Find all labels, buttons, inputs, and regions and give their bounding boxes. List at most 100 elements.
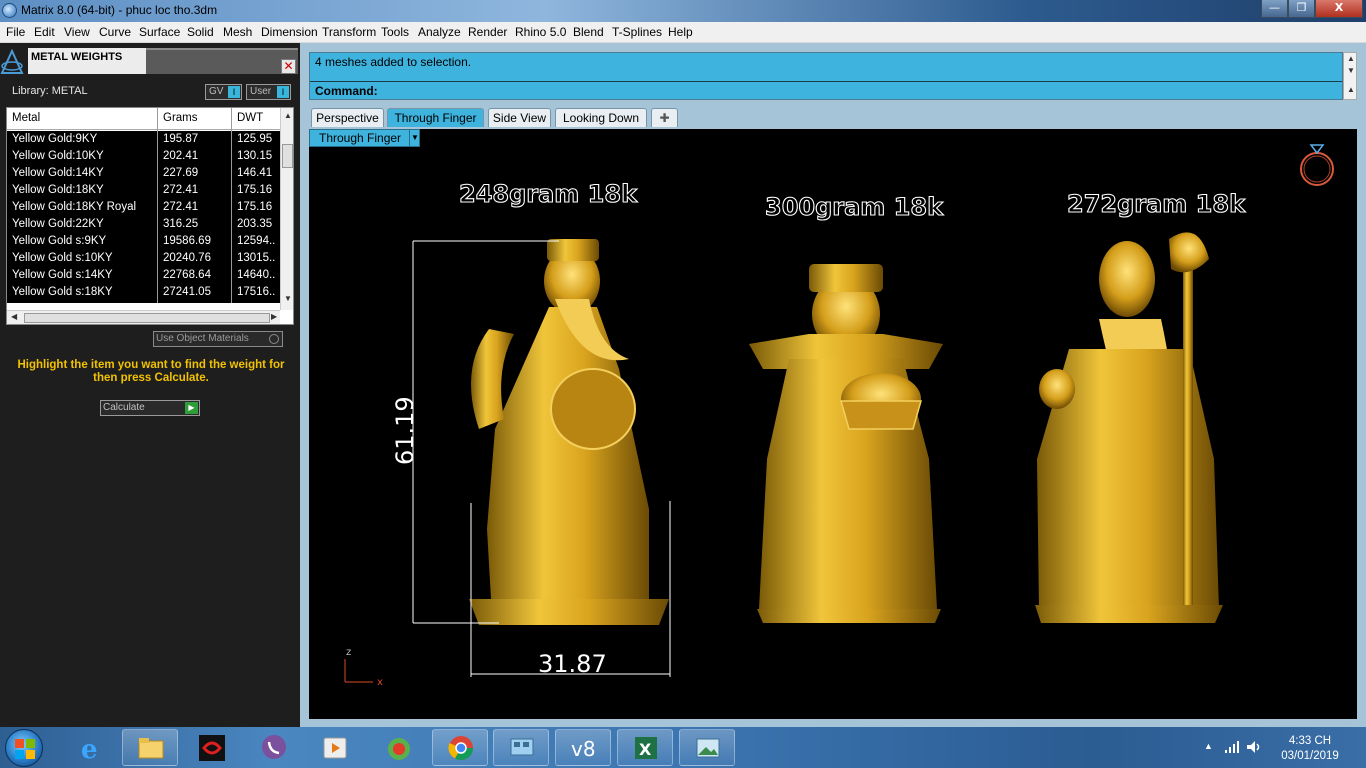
menu-help[interactable]: Help [668,25,693,39]
gv-toggle[interactable]: GV I [205,84,242,100]
viewport-through-finger[interactable]: 248gram 18k 300gram 18k 272gram 18k 61.1… [309,129,1357,719]
network-signal-icon[interactable] [1224,740,1240,754]
weight-label-2: 300gram 18k [765,193,944,221]
scroll-up-icon[interactable]: ▲ [284,111,292,120]
scroll-up-icon[interactable]: ▲ [1347,54,1355,63]
scroll-right-icon[interactable]: ▶ [271,312,277,321]
panel-tab-strip [146,48,298,74]
taskbar-app[interactable] [370,729,426,766]
taskbar-app[interactable] [493,729,549,766]
viewport-name: Through Finger [319,131,402,145]
viewport-canvas[interactable]: 248gram 18k 300gram 18k 272gram 18k 61.1… [309,129,1357,719]
tab-side-view[interactable]: Side View [488,108,551,127]
use-object-materials-toggle[interactable]: Use Object Materials [153,331,283,347]
table-row[interactable]: Yellow Gold s:9KY 19586.69 12594.. [7,233,280,250]
menu-solid[interactable]: Solid [187,25,214,39]
menu-curve[interactable]: Curve [99,25,131,39]
media-player-icon [323,737,347,759]
scroll-down-icon[interactable]: ▼ [284,294,292,303]
taskbar-app[interactable] [679,729,735,766]
taskbar: e v8 X ▲ [0,727,1366,768]
taskbar-app[interactable] [245,729,301,766]
taskbar-app[interactable]: v8 [555,729,611,766]
close-button[interactable]: X [1315,0,1363,18]
panel-close-icon[interactable]: ✕ [281,59,296,74]
menu-edit[interactable]: Edit [34,25,55,39]
viewport-name-dropdown[interactable]: Through Finger ▼ [309,129,420,147]
volume-icon[interactable] [1246,740,1262,754]
start-button[interactable] [5,729,43,767]
cell-grams: 316.25 [163,218,199,230]
menu-render[interactable]: Render [468,25,507,39]
add-viewport-tab-icon[interactable]: ✚ [651,108,678,127]
panel-title: METAL WEIGHTS [28,48,146,74]
width-dimension-value: 31.87 [538,650,607,678]
scroll-left-icon[interactable]: ◀ [11,312,17,321]
taskbar-app[interactable]: e [63,729,119,766]
command-prompt[interactable]: Command: [315,84,378,98]
table-row[interactable]: Yellow Gold s:10KY 20240.76 13015.. [7,250,280,267]
table-row[interactable]: Yellow Gold:14KY 227.69 146.41 [7,165,280,182]
taskbar-app[interactable]: X [617,729,673,766]
matrix-app-icon[interactable] [2,3,17,18]
taskbar-clock[interactable]: 4:33 CH 03/01/2019 [1270,734,1350,764]
cell-dwt: 13015.. [237,252,276,264]
scroll-down-icon[interactable]: ▼ [1347,66,1355,75]
taskbar-app[interactable] [122,729,178,766]
table-horizontal-scrollbar[interactable]: ◀ ▶ [7,310,280,324]
figure-loc[interactable] [749,264,943,623]
cell-grams: 22768.64 [163,269,211,281]
taskbar-app[interactable] [306,729,362,766]
user-label: User [250,86,272,97]
table-row[interactable]: Yellow Gold:10KY 202.41 130.15 [7,148,280,165]
scroll-thumb[interactable] [282,144,293,168]
figure-tho[interactable] [1035,232,1223,623]
menu-surface[interactable]: Surface [139,25,180,39]
header-grams[interactable]: Grams [163,112,198,124]
minimize-button[interactable]: — [1261,0,1288,18]
height-dimension-value: 61.19 [391,396,419,465]
tray-expand-icon[interactable]: ▲ [1204,741,1213,751]
table-row[interactable]: Yellow Gold:18KY Royal 272.41 175.16 [7,199,280,216]
taskbar-app[interactable] [183,729,239,766]
command-scrollbar[interactable]: ▲ ▼ ▲ [1343,52,1357,100]
calculate-button[interactable]: Calculate ▶ [100,400,200,416]
table-row[interactable]: Yellow Gold s:18KY 27241.05 17516.. [7,284,280,301]
scroll-up-icon[interactable]: ▲ [1347,85,1355,94]
user-toggle[interactable]: User I [246,84,291,100]
menu-transform[interactable]: Transform [322,25,376,39]
header-dwt[interactable]: DWT [237,112,263,124]
menu-rhino[interactable]: Rhino 5.0 [515,25,566,39]
figure-phuc[interactable] [469,239,669,625]
table-body: Yellow Gold:9KY 195.87 125.95 Yellow Gol… [7,131,280,303]
ring-icon[interactable] [1300,144,1334,186]
menu-mesh[interactable]: Mesh [223,25,252,39]
play-arrow-icon: ▶ [185,402,198,414]
header-metal[interactable]: Metal [12,112,40,124]
menu-analyze[interactable]: Analyze [418,25,461,39]
menu-blend[interactable]: Blend [573,25,604,39]
file-explorer-icon [138,738,164,759]
table-vertical-scrollbar[interactable]: ▲ ▼ [280,108,293,310]
svg-text:e: e [81,735,98,762]
tab-through-finger[interactable]: Through Finger [387,108,484,127]
v8-icon: v8 [571,737,596,761]
table-row[interactable]: Yellow Gold:22KY 316.25 203.35 [7,216,280,233]
table-row[interactable]: Yellow Gold s:14KY 22768.64 14640.. [7,267,280,284]
chrome-icon [448,736,473,761]
menu-view[interactable]: View [64,25,90,39]
menu-tools[interactable]: Tools [381,25,409,39]
taskbar-app[interactable] [432,729,488,766]
menu-tsplines[interactable]: T-Splines [612,25,662,39]
menu-bar: File Edit View Curve Surface Solid Mesh … [0,22,1366,43]
table-row[interactable]: Yellow Gold:18KY 272.41 175.16 [7,182,280,199]
menu-file[interactable]: File [6,25,25,39]
scroll-thumb[interactable] [24,313,270,323]
tab-looking-down[interactable]: Looking Down [555,108,647,127]
dropdown-arrow-icon[interactable]: ▼ [409,130,420,146]
maximize-button[interactable]: ❐ [1288,0,1315,18]
window-title: Matrix 8.0 (64-bit) - phuc loc tho.3dm [21,3,218,17]
table-row[interactable]: Yellow Gold:9KY 195.87 125.95 [7,131,280,148]
menu-dimension[interactable]: Dimension [261,25,318,39]
tab-perspective[interactable]: Perspective [311,108,384,127]
